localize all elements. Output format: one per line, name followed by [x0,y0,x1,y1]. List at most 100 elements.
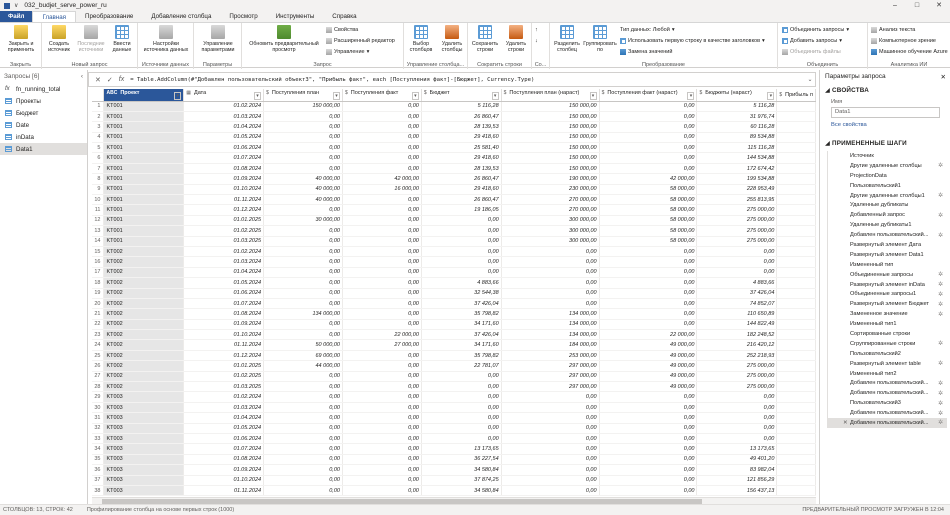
table-cell-clipped[interactable] [776,277,816,289]
table-cell[interactable]: KT002 [103,298,185,310]
table-cell[interactable]: 0,00 [342,391,422,403]
table-cell[interactable]: 01.03.2024 [183,111,265,123]
table-cell-clipped[interactable] [776,132,816,144]
advanced-editor-button[interactable]: Расширенный редактор [326,38,395,44]
table-cell[interactable]: 58 000,00 [599,184,698,196]
table-cell[interactable]: 01.02.2025 [183,371,265,383]
query-item-indata[interactable]: inData [0,131,87,143]
table-cell[interactable]: KT001 [103,101,185,112]
applied-step[interactable]: Объединенные запросы1 ✲ [828,289,947,299]
refresh-preview-button[interactable]: Обновить предварительный просмотр [244,25,324,53]
table-cell[interactable]: 29 418,60 [421,184,502,196]
replace-values-button[interactable]: Замена значений [620,49,672,55]
expand-formula-icon[interactable]: ⌄ [805,76,815,83]
table-cell[interactable]: 01.04.2024 [183,267,265,279]
table-cell[interactable]: 0,00 [599,391,698,403]
table-cell[interactable]: 0,00 [342,152,422,164]
table-cell[interactable]: 58 000,00 [599,204,698,216]
column-type-icon[interactable]: $ [779,92,782,98]
table-cell-clipped[interactable] [776,142,816,154]
table-cell[interactable]: 01.04.2024 [183,412,265,424]
tab-view[interactable]: Просмотр [220,11,266,22]
table-cell[interactable]: 252 218,93 [696,350,778,362]
table-cell[interactable]: 01.05.2024 [183,277,265,289]
table-cell[interactable]: 0,00 [342,485,422,497]
table-cell[interactable]: 0,00 [599,298,698,310]
table-cell[interactable]: 0,00 [696,402,778,414]
query-item-date[interactable]: Date [0,119,87,131]
data-type-dropdown[interactable]: Тип данных: Любой ▾ [620,27,675,33]
query-item-projects[interactable]: Проекты [0,95,87,107]
choose-columns-button[interactable]: Выбор столбцов [406,25,436,53]
table-cell[interactable]: 49 401,20 [696,454,778,466]
step-settings-icon[interactable]: ✲ [938,212,943,219]
table-cell[interactable]: 0,00 [263,152,343,164]
table-cell[interactable]: 0,00 [501,485,600,497]
tab-transform[interactable]: Преобразование [76,11,142,22]
table-cell[interactable]: KT002 [103,381,185,393]
table-cell[interactable]: 199 534,88 [696,173,778,185]
query-item-data1[interactable]: Data1 [0,143,87,155]
table-cell[interactable]: 0,00 [501,412,600,424]
table-cell[interactable]: 42 000,00 [599,173,698,185]
table-cell[interactable]: 0,00 [501,423,600,435]
table-cell-clipped[interactable] [776,319,816,331]
table-cell[interactable]: KT002 [103,329,185,341]
table-cell[interactable]: 0,00 [501,277,600,289]
table-cell[interactable]: 01.11.2024 [183,194,265,206]
table-cell[interactable]: 37 426,04 [696,288,778,299]
table-cell[interactable]: 275 000,00 [696,381,778,393]
table-cell[interactable]: 32 544,38 [421,288,502,299]
vision-button[interactable]: Компьютерное зрение [871,38,936,44]
applied-step[interactable]: Замененное значение ✲ [828,309,947,319]
table-cell[interactable]: 27 000,00 [342,339,422,351]
table-cell[interactable]: 37 874,25 [421,475,502,486]
table-cell[interactable]: 01.12.2024 [183,204,265,216]
table-cell[interactable]: 150 000,00 [501,121,600,133]
table-row[interactable]: 36 KT003 01.09.2024 0,00 0,00 34 580,84 0,00 0,… [92,464,816,476]
table-cell[interactable]: 0,00 [263,329,343,341]
table-cell[interactable]: 26 860,47 [421,194,502,206]
table-cell[interactable]: 01.03.2025 [183,236,265,247]
column-header[interactable]: $ Поступления факт ▾ [342,89,422,102]
table-cell[interactable]: 29 418,60 [421,132,502,144]
table-cell[interactable]: 0,00 [421,391,502,403]
table-cell[interactable]: 0,00 [599,163,698,175]
table-cell[interactable]: 69 000,00 [263,350,343,362]
table-cell[interactable]: 0,00 [696,423,778,435]
table-cell[interactable]: 0,00 [599,267,698,279]
combine-files-button[interactable]: Объединить файлы [782,49,841,55]
table-cell[interactable]: KT001 [103,121,185,133]
keep-rows-button[interactable]: Сохранить строки [470,25,500,53]
table-cell[interactable]: 40 000,00 [263,184,343,196]
column-header[interactable]: $ Поступления план ▾ [263,89,343,102]
table-row[interactable]: 14 KT001 01.03.2025 0,00 0,00 0,00 300 000,00 5… [92,236,816,247]
table-row[interactable]: 9 KT001 01.10.2024 40 000,00 16 000,00 29 418… [92,184,816,196]
table-cell[interactable]: 01.06.2024 [183,142,265,154]
table-cell[interactable]: 0,00 [599,423,698,435]
table-cell[interactable]: 253 000,00 [501,350,600,362]
table-cell-clipped[interactable] [776,475,816,486]
delete-step-icon[interactable]: ✕ [843,420,848,426]
table-cell[interactable]: 150 000,00 [501,101,600,112]
table-row[interactable]: 15 KT002 01.02.2024 0,00 0,00 0,00 0,00 0,00 0,0… [92,246,816,258]
applied-step[interactable]: Пользовательский1 [828,181,947,191]
applied-step[interactable]: Развернутый элемент Дата [828,240,947,250]
step-settings-icon[interactable]: ✲ [938,281,943,288]
applied-step[interactable]: Добавлен пользовательский... ✲ [828,388,947,398]
table-cell[interactable]: 01.03.2024 [183,256,265,268]
table-cell[interactable]: 37 426,04 [421,298,502,310]
table-cell[interactable]: 0,00 [263,433,343,445]
table-cell[interactable]: 0,00 [501,256,600,268]
table-cell[interactable]: 01.05.2024 [183,132,265,144]
table-row[interactable]: 12 KT001 01.01.2025 30 000,00 0,00 0,00 300 00… [92,215,816,227]
table-cell[interactable]: 01.08.2024 [183,163,265,175]
table-row[interactable]: 20 KT002 01.07.2024 0,00 0,00 37 426,04 0,00 0,… [92,298,816,310]
table-cell[interactable]: 58 000,00 [599,194,698,206]
table-cell[interactable]: 0,00 [342,381,422,393]
table-row[interactable]: 33 KT003 01.06.2024 0,00 0,00 0,00 0,00 0,00 0,0… [92,433,816,445]
table-cell[interactable]: 228 953,49 [696,184,778,196]
table-cell[interactable]: 89 534,88 [696,132,778,144]
table-row[interactable]: 4 KT001 01.05.2024 0,00 0,00 29 418,60 150 000… [92,132,816,144]
table-cell[interactable]: 0,00 [501,402,600,414]
